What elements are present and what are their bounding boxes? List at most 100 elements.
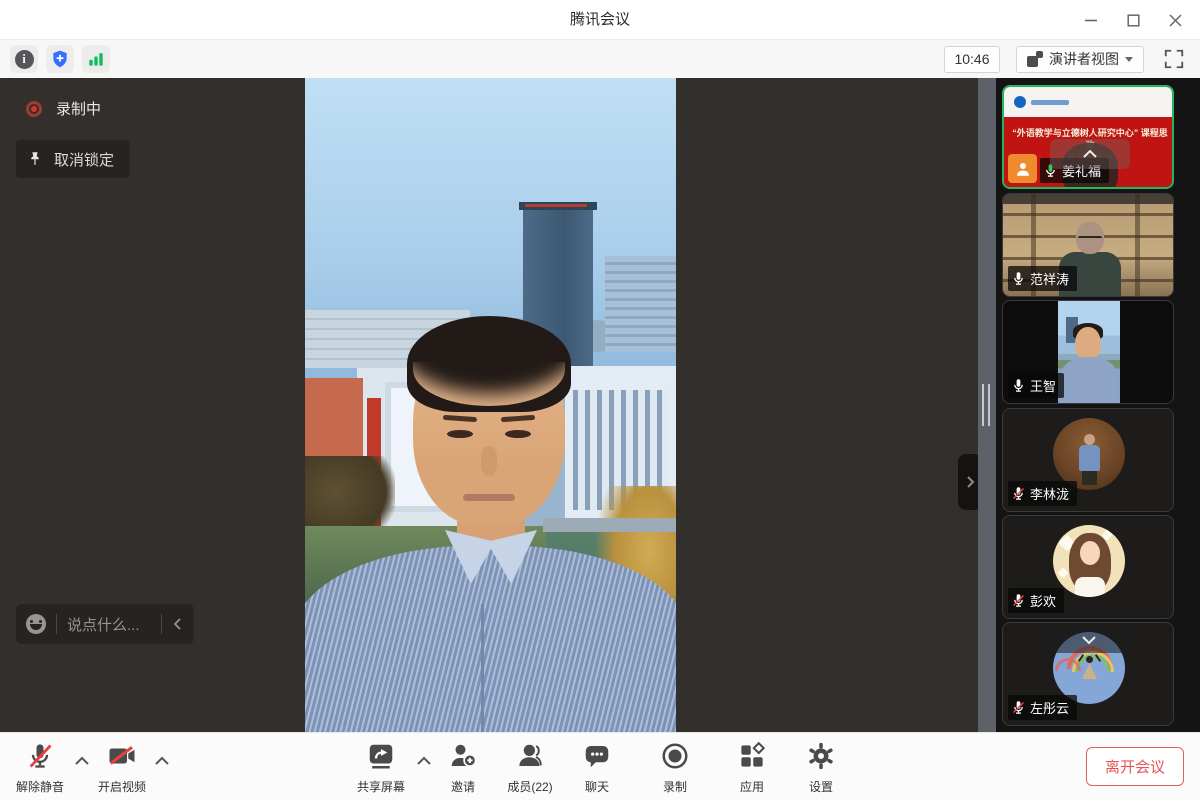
invite-icon [448, 741, 478, 771]
view-mode-selector[interactable]: 演讲者视图 [1016, 46, 1144, 73]
avatar [1053, 418, 1125, 490]
background-building [605, 256, 676, 352]
bottom-toolbar: 解除静音 开启视频 共享屏幕 [0, 732, 1200, 800]
apps-button[interactable]: 应用 [716, 741, 788, 795]
chat-button[interactable]: 聊天 [561, 741, 633, 795]
speaker-shirt [305, 546, 676, 732]
speaker-nose [481, 446, 497, 476]
quick-chat-bar: 说点什么... [16, 604, 194, 644]
layout-icon [1027, 51, 1043, 67]
leave-meeting-button[interactable]: 离开会议 [1086, 747, 1184, 786]
user-icon [1014, 160, 1032, 178]
recording-indicator: 录制中 [26, 98, 101, 119]
maximize-button[interactable] [1116, 5, 1150, 35]
mic-muted-icon [1011, 700, 1026, 715]
invite-button[interactable]: 邀请 [427, 741, 499, 795]
settings-label: 设置 [809, 778, 833, 795]
chevron-down-icon [1080, 634, 1098, 646]
participant-tile[interactable]: 左彤云 [1002, 622, 1174, 726]
portrait-video-strip [1058, 301, 1120, 403]
pin-icon [26, 150, 44, 168]
invite-label: 邀请 [451, 778, 475, 795]
shield-icon [50, 49, 70, 69]
close-icon [1169, 14, 1182, 27]
unpin-label: 取消锁定 [54, 149, 114, 170]
meeting-clock: 10:46 [944, 46, 1000, 73]
meeting-security-button[interactable] [46, 45, 74, 73]
avatar-figure [1079, 445, 1100, 471]
close-button[interactable] [1158, 5, 1192, 35]
network-status-button[interactable] [82, 45, 110, 73]
mic-muted-icon [1011, 593, 1026, 608]
info-icon: i [15, 50, 34, 69]
participant-tile[interactable]: 李林泷 [1002, 408, 1174, 512]
chat-label: 聊天 [585, 778, 609, 795]
chat-bubble-icon [582, 741, 612, 771]
chat-input[interactable]: 说点什么... [67, 614, 151, 635]
mic-muted-icon [1011, 486, 1026, 501]
collapse-sidebar-button[interactable] [958, 454, 978, 510]
unmute-label: 解除静音 [16, 778, 64, 795]
speaker-mouth [463, 494, 515, 501]
fullscreen-button[interactable] [1160, 45, 1188, 73]
minimize-icon [1084, 13, 1098, 27]
share-screen-button[interactable]: 共享屏幕 [345, 741, 417, 795]
members-button[interactable]: 成员(22) [494, 741, 566, 795]
divider [56, 614, 57, 634]
main-speaker-video[interactable] [305, 78, 676, 732]
participant-name-pill: 王智 [1008, 373, 1064, 398]
avatar-figure [1084, 434, 1095, 445]
video-options-caret[interactable] [154, 753, 170, 771]
record-icon [660, 741, 690, 771]
share-screen-icon [366, 741, 396, 771]
unmute-button[interactable]: 解除静音 [4, 741, 76, 795]
sidebar-resize-gutter[interactable] [978, 78, 996, 732]
collapse-chat-button[interactable] [172, 617, 184, 631]
participant-name: 王智 [1030, 376, 1056, 395]
meeting-info-group: i [10, 45, 110, 73]
minimize-button[interactable] [1074, 5, 1108, 35]
start-video-button[interactable]: 开启视频 [86, 741, 158, 795]
participant-name-pill: 李林泷 [1008, 481, 1077, 506]
mic-muted-icon [26, 741, 54, 771]
scroll-down-button[interactable] [1049, 627, 1129, 653]
speaker-eye [447, 430, 473, 438]
camera-muted-icon [107, 741, 137, 771]
background-pier [543, 518, 676, 532]
participant-tile[interactable]: 彭欢 [1002, 515, 1174, 619]
settings-button[interactable]: 设置 [785, 741, 857, 795]
record-button[interactable]: 录制 [639, 741, 711, 795]
participant-tile[interactable]: 王智 [1002, 300, 1174, 404]
slide-header-band [1004, 87, 1172, 117]
tencent-meeting-window: 腾讯会议 i [0, 0, 1200, 800]
mic-on-icon [1011, 271, 1026, 286]
emoji-button[interactable] [26, 614, 46, 634]
fullscreen-icon [1163, 48, 1185, 70]
recording-label: 录制中 [56, 98, 101, 119]
title-bar: 腾讯会议 [0, 0, 1200, 40]
main-stage: 录制中 取消锁定 说点什么... 王智 [0, 78, 978, 732]
host-badge [1008, 154, 1037, 183]
view-mode-label: 演讲者视图 [1049, 49, 1119, 69]
avatar [1053, 525, 1125, 597]
avatar-star [1057, 567, 1068, 578]
app-title: 腾讯会议 [0, 0, 1200, 40]
meeting-info-button[interactable]: i [10, 45, 38, 73]
mini-shirt [1060, 357, 1118, 403]
start-video-label: 开启视频 [98, 778, 146, 795]
avatar-figure [1082, 471, 1097, 485]
members-icon [515, 741, 545, 771]
gear-icon [806, 741, 836, 771]
recording-dot-icon [26, 101, 42, 117]
unpin-button[interactable]: 取消锁定 [16, 140, 130, 178]
participant-name-pill: 左彤云 [1008, 695, 1077, 720]
avatar-figure [1086, 656, 1093, 663]
participant-name: 李林泷 [1030, 484, 1069, 503]
speaker-eye [505, 430, 531, 438]
participant-tile[interactable]: 范祥涛 [1002, 193, 1174, 297]
participant-name: 彭欢 [1030, 591, 1056, 610]
participant-tile[interactable]: “外语教学与立德树人研究中心” 课程思政 研修工作坊 姜礼福 [1002, 85, 1174, 189]
scroll-up-button[interactable] [1050, 139, 1130, 169]
members-label: 成员(22) [507, 778, 552, 795]
record-label: 录制 [663, 778, 687, 795]
